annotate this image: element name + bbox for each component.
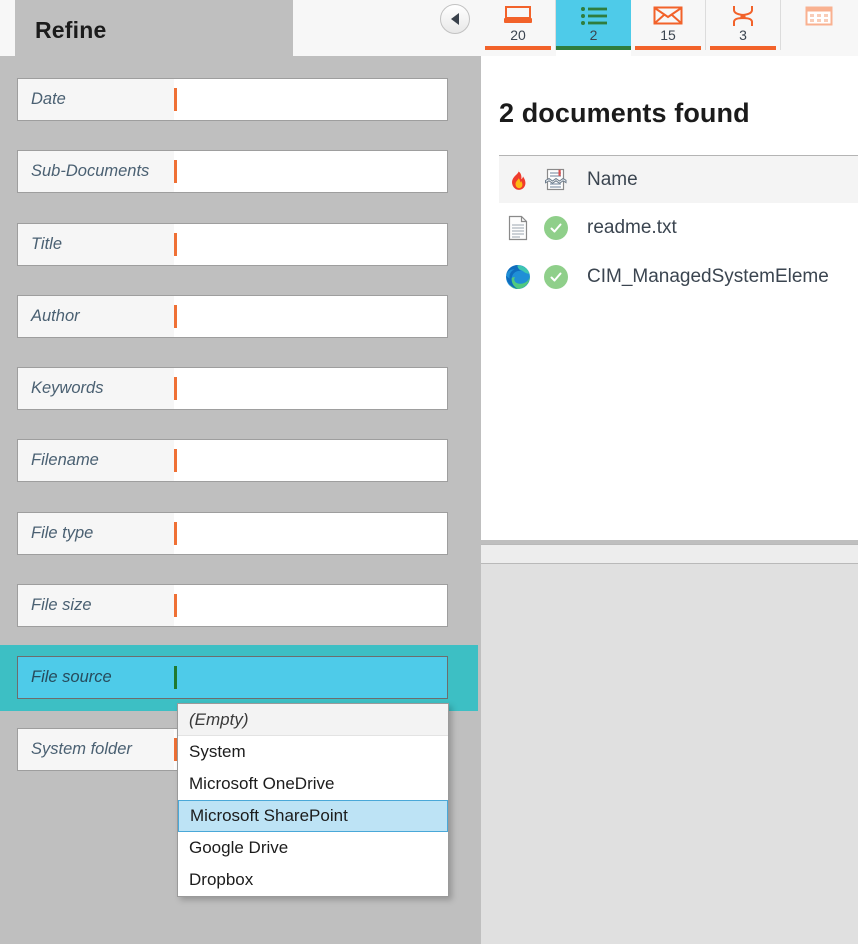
- field-value-file-type[interactable]: [177, 513, 447, 554]
- tab-calendar[interactable]: [781, 0, 856, 50]
- split-document-icon: [537, 168, 575, 192]
- collapse-left-icon[interactable]: [440, 4, 470, 34]
- field-row-sub-documents[interactable]: Sub-Documents: [17, 150, 448, 193]
- results-title: 2 documents found: [499, 98, 750, 128]
- status-check-circle-icon: [537, 215, 575, 240]
- field-row-title[interactable]: Title: [17, 223, 448, 266]
- field-label-author: Author: [18, 296, 174, 337]
- dropdown-option-system[interactable]: System: [178, 736, 448, 768]
- field-value-filename[interactable]: [177, 440, 447, 481]
- field-value-file-source[interactable]: [177, 657, 447, 698]
- dropdown-option-dropbox[interactable]: Dropbox: [178, 864, 448, 896]
- field-label-system-folder: System folder: [18, 729, 174, 770]
- tab-underline: [485, 46, 551, 50]
- document-name[interactable]: readme.txt: [587, 217, 677, 239]
- field-value-keywords[interactable]: [177, 368, 447, 409]
- tab-count: 20: [510, 27, 526, 43]
- refine-panel-title: Refine: [35, 17, 107, 43]
- tab-contact-person[interactable]: 3: [706, 0, 781, 50]
- refine-tabstrip: Refine: [0, 0, 481, 56]
- flame-icon-glyph: [511, 169, 525, 190]
- file-source-dropdown-menu[interactable]: (Empty) System Microsoft OneDrive Microsoft…: [177, 703, 449, 897]
- field-row-keywords[interactable]: Keywords: [17, 367, 448, 410]
- field-label-file-size: File size: [18, 585, 174, 626]
- field-label-title: Title: [18, 224, 174, 265]
- category-tabbar: 20 2 15 3: [481, 0, 858, 56]
- dropdown-option-google-drive[interactable]: Google Drive: [178, 832, 448, 864]
- field-label-file-source: File source: [18, 657, 174, 698]
- field-label-date: Date: [18, 79, 174, 120]
- field-row-filename[interactable]: Filename: [17, 439, 448, 482]
- tab-underline: [635, 46, 701, 50]
- text-file-icon: [499, 215, 537, 241]
- horizontal-splitter[interactable]: [481, 544, 858, 564]
- documents-list: Name readme.txt CIM_ManagedSystemEleme: [481, 155, 858, 540]
- document-list-icon: [580, 2, 608, 29]
- tab-envelope[interactable]: 15: [631, 0, 706, 50]
- document-row[interactable]: readme.txt: [499, 203, 858, 252]
- field-row-file-type[interactable]: File type: [17, 512, 448, 555]
- tab-document-list[interactable]: 2: [556, 0, 631, 50]
- tab-archive-box[interactable]: 20: [481, 0, 556, 50]
- document-row[interactable]: CIM_ManagedSystemEleme: [499, 252, 858, 301]
- chevron-left-icon: [451, 13, 459, 25]
- check-circle-icon: [544, 215, 568, 240]
- field-row-date[interactable]: Date: [17, 78, 448, 121]
- field-value-author[interactable]: [177, 296, 447, 337]
- dropdown-option-microsoft-onedrive[interactable]: Microsoft OneDrive: [178, 768, 448, 800]
- status-check-circle-icon: [537, 264, 575, 289]
- list-header-row: Name: [499, 155, 858, 204]
- document-name[interactable]: CIM_ManagedSystemEleme: [587, 266, 829, 288]
- tab-count: 15: [660, 27, 676, 43]
- tab-count: 2: [589, 27, 598, 43]
- field-label-file-type: File type: [18, 513, 174, 554]
- archive-box-icon: [503, 2, 533, 29]
- envelope-icon: [653, 2, 683, 29]
- dropdown-option-empty[interactable]: (Empty): [178, 704, 448, 736]
- field-row-file-source[interactable]: File source: [17, 656, 448, 699]
- column-header-name[interactable]: Name: [587, 169, 638, 191]
- edge-browser-icon: [499, 264, 537, 290]
- preview-pane: [481, 564, 858, 944]
- flame-icon: [499, 169, 537, 191]
- refine-panel: Refine Date Sub-Documents Title Author Keywo…: [0, 0, 481, 944]
- field-row-author[interactable]: Author: [17, 295, 448, 338]
- dropdown-option-microsoft-sharepoint[interactable]: Microsoft SharePoint: [178, 800, 448, 832]
- field-value-date[interactable]: [177, 79, 447, 120]
- calendar-icon: [805, 2, 833, 29]
- field-value-title[interactable]: [177, 224, 447, 265]
- field-label-sub-documents: Sub-Documents: [18, 151, 174, 192]
- field-label-filename: Filename: [18, 440, 174, 481]
- check-circle-icon: [544, 264, 568, 289]
- field-label-keywords: Keywords: [18, 368, 174, 409]
- split-document-icon-glyph: [545, 168, 567, 191]
- field-value-file-size[interactable]: [177, 585, 447, 626]
- field-value-sub-documents[interactable]: [177, 151, 447, 192]
- tab-count: 3: [739, 27, 747, 43]
- tab-underline: [710, 46, 776, 50]
- contact-person-icon: [730, 2, 756, 29]
- active-tab-notch: [556, 50, 631, 56]
- field-row-file-size[interactable]: File size: [17, 584, 448, 627]
